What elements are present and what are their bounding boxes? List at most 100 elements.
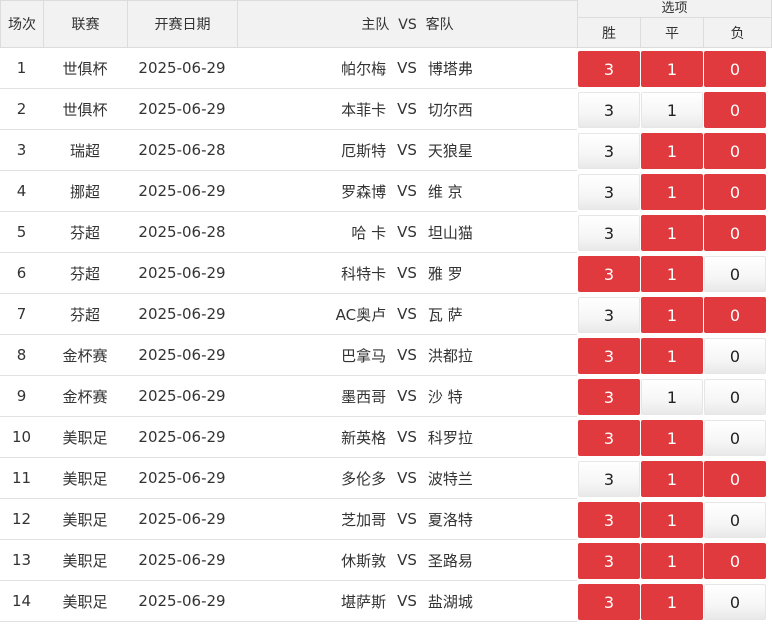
league-cell: 芬超: [43, 294, 128, 335]
option-draw-button[interactable]: 1: [641, 420, 703, 456]
header-draw: 平: [640, 17, 704, 48]
option-lose-button[interactable]: 0: [704, 420, 766, 456]
date-cell: 2025-06-29: [127, 581, 238, 622]
vs-label: VS: [397, 428, 417, 446]
option-win-button[interactable]: 3: [578, 379, 640, 415]
league-cell: 金杯赛: [43, 376, 128, 417]
option-draw-button[interactable]: 1: [641, 379, 703, 415]
option-draw-button[interactable]: 1: [641, 174, 703, 210]
match-cell: 本菲卡 VS 切尔西: [237, 89, 578, 130]
option-win-button[interactable]: 3: [578, 420, 640, 456]
home-team: AC奥卢: [335, 305, 387, 324]
home-team: 多伦多: [341, 469, 387, 488]
match-cell: 哈 卡 VS 坦山猫: [237, 212, 578, 253]
header-options: 选项: [577, 0, 772, 18]
home-team: 罗森博: [341, 182, 387, 201]
option-win-button[interactable]: 3: [578, 502, 640, 538]
option-draw-button[interactable]: 1: [641, 133, 703, 169]
date-cell: 2025-06-28: [127, 212, 238, 253]
away-team: 夏洛特: [427, 510, 473, 529]
option-lose-button[interactable]: 0: [704, 215, 766, 251]
option-lose-button[interactable]: 0: [704, 543, 766, 579]
home-team: 堪萨斯: [341, 592, 387, 611]
league-cell: 挪超: [43, 171, 128, 212]
option-lose-button[interactable]: 0: [704, 297, 766, 333]
date-cell: 2025-06-29: [127, 376, 238, 417]
option-draw-button[interactable]: 1: [641, 461, 703, 497]
option-lose-button[interactable]: 0: [704, 584, 766, 620]
league-cell: 美职足: [43, 458, 128, 499]
league-cell: 金杯赛: [43, 335, 128, 376]
option-win-button[interactable]: 3: [578, 92, 640, 128]
option-win-button[interactable]: 3: [578, 584, 640, 620]
round-cell: 2: [0, 89, 44, 130]
home-team: 厄斯特: [341, 141, 387, 160]
away-team: 洪都拉: [427, 346, 473, 365]
league-cell: 芬超: [43, 253, 128, 294]
vs-label: VS: [397, 551, 417, 569]
date-cell: 2025-06-28: [127, 130, 238, 171]
vs-label: VS: [397, 100, 417, 118]
option-draw-button[interactable]: 1: [641, 215, 703, 251]
option-lose-button[interactable]: 0: [704, 51, 766, 87]
round-cell: 11: [0, 458, 44, 499]
date-cell: 2025-06-29: [127, 294, 238, 335]
option-draw-button[interactable]: 1: [641, 543, 703, 579]
option-win-button[interactable]: 3: [578, 543, 640, 579]
option-draw-button[interactable]: 1: [641, 502, 703, 538]
option-lose-button[interactable]: 0: [704, 256, 766, 292]
round-cell: 4: [0, 171, 44, 212]
date-cell: 2025-06-29: [127, 48, 238, 89]
option-draw-button[interactable]: 1: [641, 92, 703, 128]
match-cell: 新英格 VS 科罗拉: [237, 417, 578, 458]
option-win-button[interactable]: 3: [578, 256, 640, 292]
round-cell: 14: [0, 581, 44, 622]
home-team: 本菲卡: [341, 100, 387, 119]
home-team: 哈 卡: [351, 223, 387, 242]
option-lose-button[interactable]: 0: [704, 338, 766, 374]
date-cell: 2025-06-29: [127, 171, 238, 212]
round-cell: 1: [0, 48, 44, 89]
date-cell: 2025-06-29: [127, 540, 238, 581]
round-cell: 5: [0, 212, 44, 253]
header-win: 胜: [577, 17, 641, 48]
away-team: 瓦 萨: [427, 305, 463, 324]
match-cell: AC奥卢 VS 瓦 萨: [237, 294, 578, 335]
option-win-button[interactable]: 3: [578, 297, 640, 333]
option-draw-button[interactable]: 1: [641, 256, 703, 292]
option-draw-button[interactable]: 1: [641, 338, 703, 374]
league-cell: 美职足: [43, 581, 128, 622]
round-cell: 9: [0, 376, 44, 417]
option-win-button[interactable]: 3: [578, 133, 640, 169]
away-team: 沙 特: [427, 387, 463, 406]
away-team: 圣路易: [427, 551, 473, 570]
option-lose-button[interactable]: 0: [704, 174, 766, 210]
option-win-button[interactable]: 3: [578, 461, 640, 497]
vs-label: VS: [397, 346, 417, 364]
option-lose-button[interactable]: 0: [704, 461, 766, 497]
option-win-button[interactable]: 3: [578, 51, 640, 87]
header-lose: 负: [703, 17, 772, 48]
date-cell: 2025-06-29: [127, 89, 238, 130]
round-cell: 7: [0, 294, 44, 335]
option-draw-button[interactable]: 1: [641, 584, 703, 620]
option-lose-button[interactable]: 0: [704, 133, 766, 169]
option-win-button[interactable]: 3: [578, 338, 640, 374]
match-cell: 厄斯特 VS 天狼星: [237, 130, 578, 171]
header-date: 开赛日期: [127, 0, 238, 48]
away-team: 切尔西: [427, 100, 473, 119]
date-cell: 2025-06-29: [127, 253, 238, 294]
round-cell: 13: [0, 540, 44, 581]
option-win-button[interactable]: 3: [578, 215, 640, 251]
match-cell: 堪萨斯 VS 盐湖城: [237, 581, 578, 622]
vs-label: VS: [397, 592, 417, 610]
league-cell: 瑞超: [43, 130, 128, 171]
home-team: 帕尔梅: [341, 59, 387, 78]
option-draw-button[interactable]: 1: [641, 51, 703, 87]
vs-label: VS: [397, 305, 417, 323]
option-draw-button[interactable]: 1: [641, 297, 703, 333]
option-lose-button[interactable]: 0: [704, 379, 766, 415]
option-win-button[interactable]: 3: [578, 174, 640, 210]
option-lose-button[interactable]: 0: [704, 502, 766, 538]
option-lose-button[interactable]: 0: [704, 92, 766, 128]
